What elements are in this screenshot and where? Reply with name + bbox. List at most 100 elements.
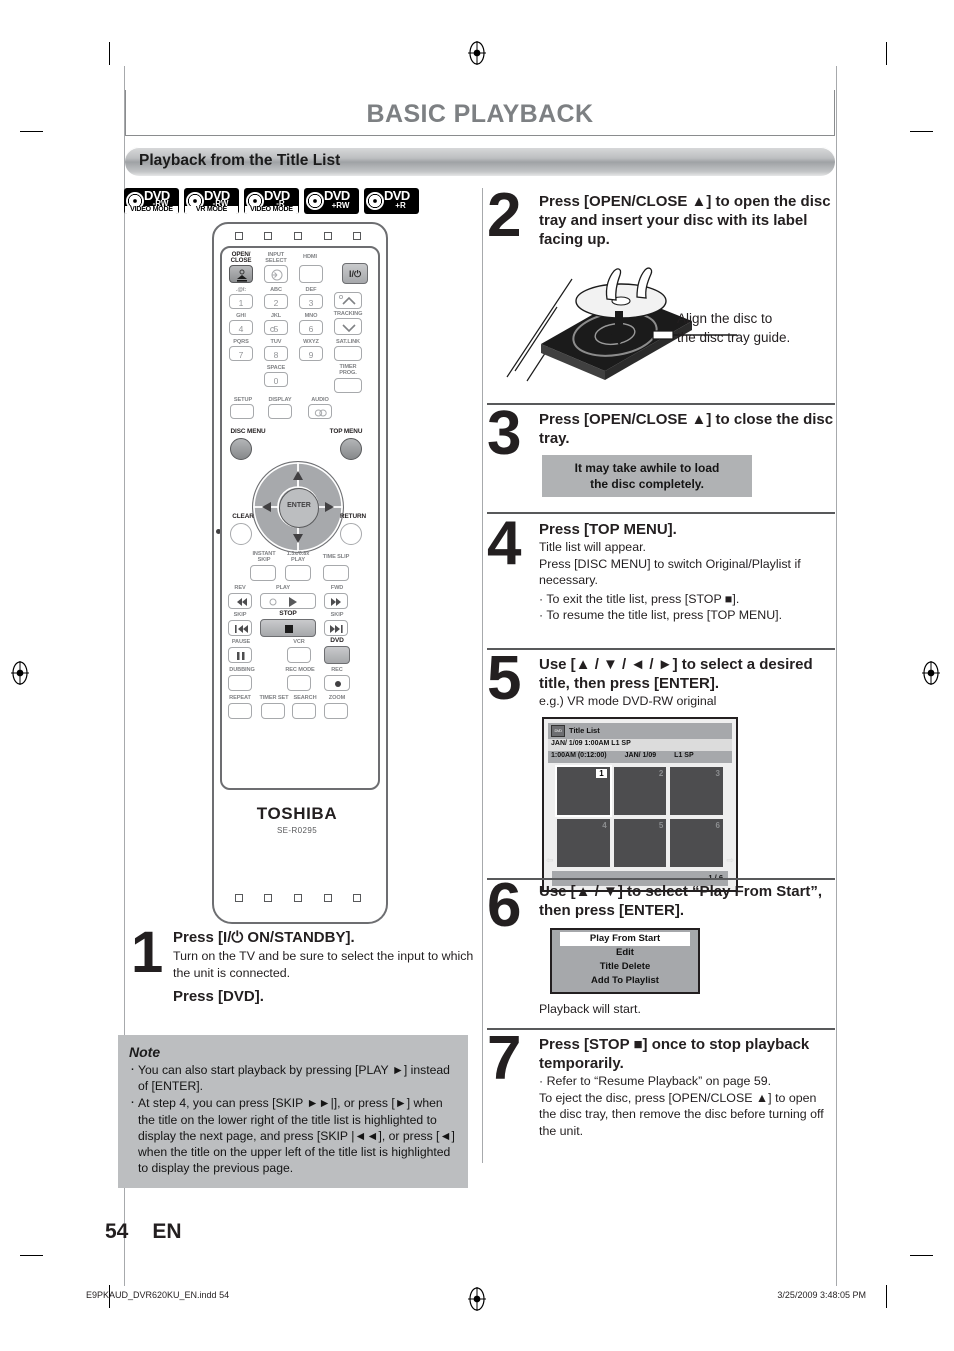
note-box: Note You can also start playback by pres…: [118, 1035, 468, 1189]
osd-disc-icon: DVD: [551, 724, 565, 737]
key-3-button[interactable]: 3: [299, 294, 323, 309]
rec-label: REC: [331, 667, 343, 673]
menu-item-play-from-start[interactable]: Play From Start: [560, 932, 690, 946]
key-1-label: 1: [238, 298, 244, 308]
key-0-button[interactable]: 0: [264, 372, 288, 387]
note-item-2: At step 4, you can press [SKIP ►►|], or …: [129, 1094, 457, 1176]
footer-filename: E9PKAUD_DVR620KU_EN.indd 54: [86, 1290, 230, 1300]
setup-button[interactable]: [230, 404, 254, 419]
key-6-label: 6: [308, 324, 314, 334]
disc-icon: [366, 192, 384, 210]
zoom-button[interactable]: [324, 703, 348, 719]
crop-mark-tl-h: [20, 131, 43, 132]
key-5-button[interactable]: 5: [264, 320, 288, 335]
chapter-title-box: BASIC PLAYBACK: [125, 90, 835, 136]
osd-thumb-5-number: 5: [658, 820, 664, 830]
key-9-button[interactable]: 9: [299, 346, 323, 361]
key-9-label: 9: [308, 350, 314, 360]
key-7-label: 7: [238, 350, 244, 360]
osd-thumb-3[interactable]: 3: [670, 766, 723, 815]
disc-badge-dvd-plus-rw: DVD +RW: [304, 188, 359, 214]
sat-link-button[interactable]: [334, 346, 362, 361]
key-4-button[interactable]: 4: [229, 320, 253, 335]
fwd-label: FWD: [330, 585, 344, 591]
hdmi-button[interactable]: [299, 265, 323, 283]
rec-button[interactable]: [324, 675, 350, 691]
timer-prog-button[interactable]: [334, 378, 362, 393]
step-7: 7 Press [STOP ■] once to stop playback t…: [487, 1024, 835, 1139]
vcr-button[interactable]: [287, 647, 311, 663]
pause-button[interactable]: [228, 647, 252, 663]
step-4: 4 Press [TOP MENU]. Title list will appe…: [487, 512, 835, 624]
arrow-up-icon: [293, 471, 303, 480]
speed-play-button[interactable]: [285, 565, 311, 581]
step-1-heading: Press [I/⏻ ON/STANDBY].: [173, 929, 355, 946]
osd-thumb-1[interactable]: 1: [555, 764, 612, 817]
input-select-button[interactable]: [264, 265, 288, 283]
remote-control-illustration: OPEN/ CLOSE INPUT SELECT HDMI I/⏻ .@/: 1…: [202, 222, 392, 924]
instant-skip-button[interactable]: [250, 565, 276, 581]
step-2-heading: Press [OPEN/CLOSE ▲] to open the disc tr…: [539, 193, 831, 248]
stop-button[interactable]: [260, 619, 316, 637]
osd-thumb-5[interactable]: 5: [613, 818, 667, 867]
stop-label: STOP: [279, 610, 297, 617]
menu-item-edit[interactable]: Edit: [552, 946, 698, 960]
enter-button[interactable]: ENTER: [279, 488, 319, 528]
audio-button[interactable]: [308, 404, 332, 419]
key-7-button[interactable]: 7: [229, 346, 253, 361]
step-4-bullet-2: · To resume the title list, press [TOP M…: [539, 608, 783, 622]
osd-thumb-6[interactable]: 6: [670, 818, 723, 867]
menu-item-add-to-playlist[interactable]: Add To Playlist: [552, 974, 698, 988]
skip-next-button[interactable]: [324, 620, 348, 636]
osd-thumb-2[interactable]: 2: [613, 766, 667, 815]
display-button[interactable]: [268, 404, 292, 419]
dvd-button[interactable]: [324, 646, 350, 664]
timer-set-button[interactable]: [261, 703, 285, 719]
search-button[interactable]: [292, 703, 316, 719]
disc-badge-dvd-rw-vr: DVD -RW VR MODE: [184, 188, 239, 214]
enter-label: ENTER: [287, 502, 311, 509]
power-button[interactable]: I/⏻: [342, 263, 368, 284]
registration-mark-right: [921, 660, 941, 686]
tracking-up-button[interactable]: [334, 292, 362, 309]
crop-mark-bl-h: [20, 1255, 43, 1256]
divider-after-step-6: [487, 1028, 835, 1030]
repeat-button[interactable]: [228, 703, 252, 719]
return-label: RETURN: [339, 513, 367, 520]
top-menu-button[interactable]: [340, 438, 362, 460]
key-8-button[interactable]: 8: [264, 346, 288, 361]
play-button[interactable]: [260, 593, 316, 609]
section-title: Playback from the Title List: [139, 152, 341, 169]
disc-menu-button[interactable]: [230, 438, 252, 460]
key-1-button[interactable]: 1: [229, 294, 253, 309]
step-7-number: 7: [487, 1024, 522, 1093]
open-close-button[interactable]: [229, 265, 253, 283]
key-0-label: 0: [273, 376, 279, 386]
key-6-button[interactable]: 6: [299, 320, 323, 335]
divider-after-step-2: [487, 403, 835, 405]
time-slip-button[interactable]: [323, 565, 349, 581]
osd-thumb-2-number: 2: [658, 768, 664, 778]
badge-mode-text: VIDEO MODE: [245, 206, 298, 214]
skip-right-label: SKIP: [330, 612, 344, 618]
setup-label: SETUP: [233, 397, 253, 403]
skip-previous-button[interactable]: [228, 620, 252, 636]
clear-button[interactable]: [230, 523, 252, 545]
osd-next-page-arrow-icon[interactable]: ⇨: [726, 855, 734, 866]
instant-skip-label: INSTANT SKIP: [252, 551, 276, 564]
key-2-button[interactable]: 2: [264, 294, 288, 309]
title-action-menu-osd: Play From Start Edit Title Delete Add To…: [550, 928, 700, 994]
direction-pad[interactable]: ENTER: [252, 461, 344, 553]
dubbing-button[interactable]: [228, 675, 252, 691]
note-heading: Note: [129, 1044, 161, 1060]
osd-thumb-4[interactable]: 4: [557, 818, 610, 867]
remote-brand: TOSHIBA: [256, 804, 338, 823]
tracking-label: TRACKING: [333, 311, 363, 317]
fwd-button[interactable]: [324, 593, 348, 609]
rec-mode-button[interactable]: [287, 675, 311, 691]
menu-item-title-delete[interactable]: Title Delete: [552, 960, 698, 974]
osd-prev-page-arrow-icon[interactable]: ⇦: [546, 855, 554, 866]
rev-button[interactable]: [228, 593, 252, 609]
tracking-down-button[interactable]: [334, 318, 362, 335]
return-button[interactable]: [340, 523, 362, 545]
